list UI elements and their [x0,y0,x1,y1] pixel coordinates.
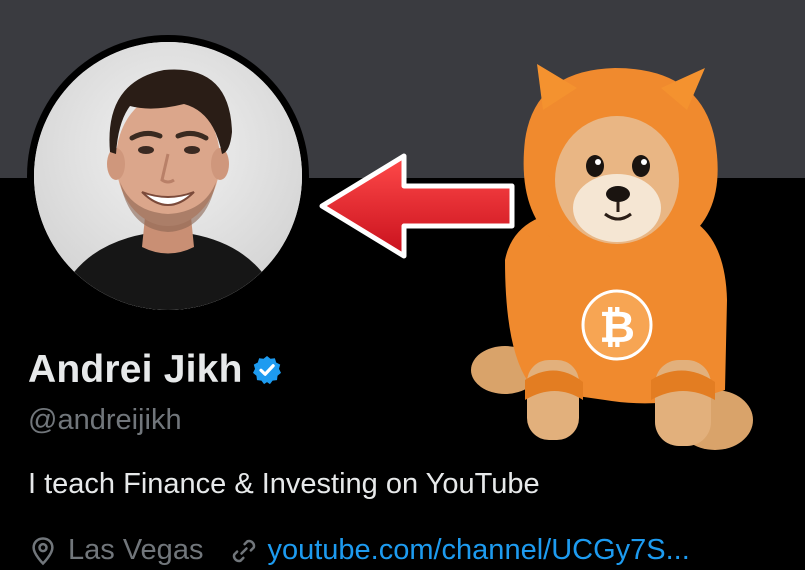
svg-text:₿: ₿ [599,302,635,353]
location-text: Las Vegas [68,534,204,566]
display-name: Andrei Jikh [28,348,243,391]
website-link[interactable]: youtube.com/channel/UCGy7S... [267,534,689,567]
location-pin-icon [32,536,54,565]
verified-badge-icon[interactable] [251,354,283,386]
link-icon [233,539,256,562]
avatar-photo [34,42,302,310]
user-handle: @andreijikh [28,404,182,436]
display-name-row: Andrei Jikh [28,348,283,392]
bio-text: I teach Finance & Investing on YouTube [28,468,540,500]
shiba-hoodie-image: ₿ [471,64,753,450]
profile-meta-row: Las Vegas youtube.com/channel/UCGy7S... [28,534,690,567]
avatar[interactable] [34,42,302,310]
